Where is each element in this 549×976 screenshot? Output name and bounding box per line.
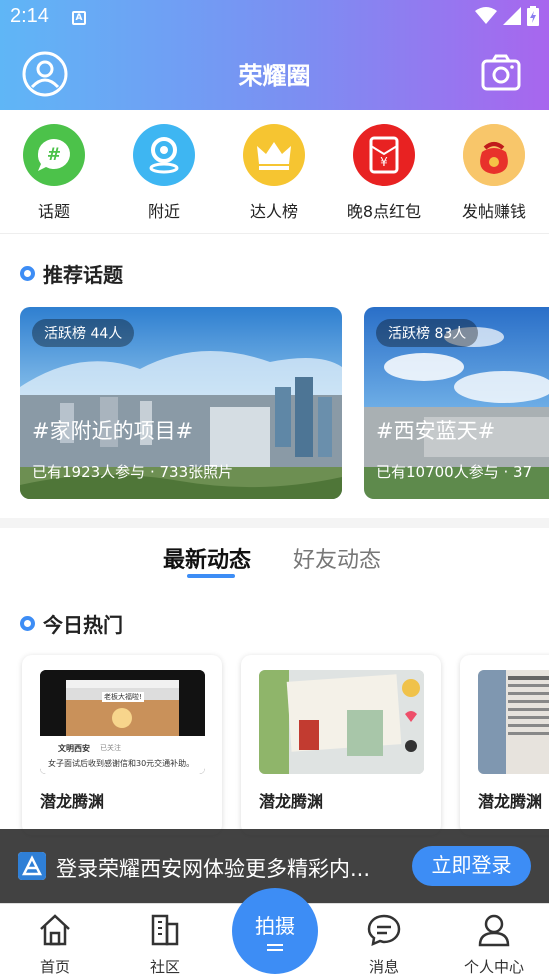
topic-card[interactable]: 活跃榜 44人 #家附近的项目# 已有1923人参与 · 733张照片 bbox=[20, 307, 342, 499]
recommend-section-header: 推荐话题 bbox=[20, 259, 123, 288]
a-notification-icon: A bbox=[72, 11, 86, 25]
status-bar: 2:14 A bbox=[0, 0, 549, 36]
buildings-icon bbox=[151, 914, 179, 946]
app-logo-icon bbox=[18, 852, 46, 880]
wifi-icon bbox=[475, 7, 497, 24]
login-prompt: 登录荣耀西安网体验更多精彩内... bbox=[56, 857, 371, 881]
crown-icon bbox=[243, 124, 305, 186]
page-title: 荣耀圈 bbox=[238, 62, 311, 90]
nav-profile-label: 个人中心 bbox=[463, 958, 524, 976]
quick-item-leaderboard[interactable]: 达人榜 bbox=[229, 124, 319, 222]
shoot-line-icon bbox=[267, 944, 283, 946]
post-author: 潜龙腾渊 bbox=[478, 792, 543, 811]
quick-label-nearby: 附近 bbox=[147, 202, 180, 221]
quick-item-topics[interactable]: # 话题 bbox=[9, 124, 99, 222]
shoot-line-icon bbox=[267, 949, 283, 951]
shoot-button[interactable]: 拍摄 bbox=[232, 888, 318, 974]
topic-name: #西安蓝天# bbox=[376, 419, 496, 443]
app-screen: 2:14 A 荣耀圈 # 话题 附近 达人榜 ¥ 晚8点红包 发帖赚钱 推荐话题… bbox=[0, 0, 549, 976]
person-icon bbox=[478, 914, 510, 947]
feed-card[interactable]: 老板大福啦! 文明西安 已关注 女子面试后收到感谢信和30元交通补助。 潜龙腾渊 bbox=[22, 655, 222, 835]
svg-text:¥: ¥ bbox=[380, 155, 388, 169]
battery-icon bbox=[527, 6, 539, 26]
home-icon bbox=[40, 914, 70, 946]
topic-card[interactable]: 活跃榜 83人 #西安蓝天# 已有10700人参与 · 37 bbox=[364, 307, 549, 499]
nav-community-label: 社区 bbox=[149, 958, 180, 976]
header: 2:14 A 荣耀圈 bbox=[0, 0, 549, 110]
quick-item-nearby[interactable]: 附近 bbox=[119, 124, 209, 222]
tab-latest[interactable]: 最新动态 bbox=[163, 542, 251, 574]
post-thumbnail bbox=[259, 670, 424, 774]
status-time: 2:14 bbox=[10, 5, 49, 27]
red-envelope-icon: ¥ bbox=[353, 124, 415, 186]
feed-card[interactable]: 潜龙腾渊 bbox=[241, 655, 441, 835]
post-thumbnail bbox=[478, 670, 549, 774]
nav-home[interactable]: 首页 bbox=[15, 912, 95, 976]
shoot-label: 拍摄 bbox=[255, 916, 295, 938]
section-dot-icon bbox=[20, 616, 35, 631]
section-dot-icon bbox=[20, 266, 35, 281]
topic-stats: 已有1923人参与 · 733张照片 bbox=[32, 463, 234, 481]
login-button[interactable]: 立即登录 bbox=[412, 846, 531, 886]
post-author: 潜龙腾渊 bbox=[40, 792, 105, 811]
nav-home-label: 首页 bbox=[39, 958, 70, 976]
svg-text:#: # bbox=[47, 145, 61, 165]
topic-badge: 活跃榜 83人 bbox=[376, 319, 479, 347]
topic-badge: 活跃榜 44人 bbox=[32, 319, 135, 347]
nav-messages-label: 消息 bbox=[368, 958, 399, 976]
quick-menu: # 话题 附近 达人榜 ¥ 晚8点红包 发帖赚钱 bbox=[0, 110, 549, 234]
location-pin-icon bbox=[133, 124, 195, 186]
topic-name: #家附近的项目# bbox=[32, 419, 194, 443]
feed-card[interactable]: 潜龙腾渊 bbox=[460, 655, 549, 835]
camera-icon[interactable] bbox=[481, 53, 521, 93]
hot-title: 今日热门 bbox=[43, 613, 123, 637]
status-icons bbox=[475, 6, 539, 26]
thumb-account: 文明西安 bbox=[58, 744, 90, 753]
quick-label-topics: 话题 bbox=[37, 202, 70, 221]
hash-chat-icon: # bbox=[23, 124, 85, 186]
quick-item-earn[interactable]: 发帖赚钱 bbox=[449, 124, 539, 222]
thumb-follow: 已关注 bbox=[100, 744, 121, 752]
chat-bubble-icon bbox=[367, 914, 401, 947]
nav-messages[interactable]: 消息 bbox=[344, 912, 424, 976]
recommend-title: 推荐话题 bbox=[43, 263, 123, 287]
tab-friends[interactable]: 好友动态 bbox=[293, 542, 381, 574]
section-divider bbox=[0, 518, 549, 528]
quick-item-red-packet[interactable]: ¥ 晚8点红包 bbox=[339, 124, 429, 222]
title-bar: 荣耀圈 bbox=[0, 40, 549, 106]
quick-label-earn: 发帖赚钱 bbox=[461, 202, 526, 221]
nav-profile[interactable]: 个人中心 bbox=[454, 912, 534, 976]
thumb-headline: 老板大福啦! bbox=[102, 692, 144, 702]
signal-icon bbox=[503, 7, 521, 25]
post-author: 潜龙腾渊 bbox=[259, 792, 324, 811]
thumb-caption: 女子面试后收到感谢信和30元交通补助。 bbox=[48, 759, 195, 768]
post-thumbnail: 老板大福啦! 文明西安 已关注 女子面试后收到感谢信和30元交通补助。 bbox=[40, 670, 205, 774]
quick-label-red-packet: 晚8点红包 bbox=[346, 202, 422, 221]
topic-stats: 已有10700人参与 · 37 bbox=[376, 463, 533, 481]
money-bag-icon bbox=[463, 124, 525, 186]
hot-section-header: 今日热门 bbox=[20, 609, 123, 638]
nav-community[interactable]: 社区 bbox=[125, 912, 205, 976]
tab-underline bbox=[187, 574, 235, 578]
quick-label-leaderboard: 达人榜 bbox=[249, 202, 298, 221]
